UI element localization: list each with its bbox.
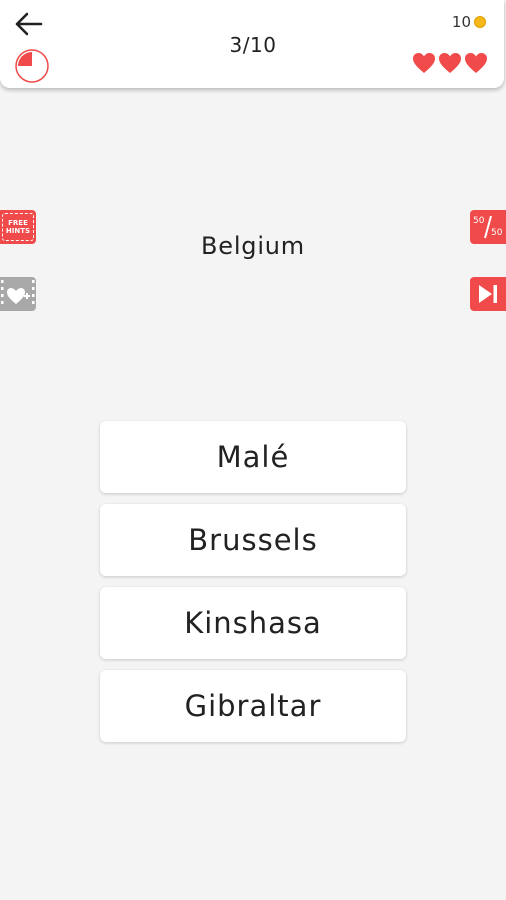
lives-indicator	[412, 52, 488, 74]
answer-option-1[interactable]: Malé	[100, 421, 406, 493]
video-heart-icon	[1, 280, 35, 304]
top-bar: 3/10 10	[0, 0, 504, 88]
coin-counter: 10	[452, 13, 486, 31]
answer-option-3[interactable]: Kinshasa	[100, 587, 406, 659]
skip-icon	[479, 285, 497, 303]
video-life-button[interactable]	[0, 277, 36, 311]
heart-icon	[413, 53, 435, 73]
question-country: Belgium	[201, 232, 305, 260]
coin-icon	[474, 16, 486, 28]
heart-icon	[439, 53, 461, 73]
answer-option-2[interactable]: Brussels	[100, 504, 406, 576]
skip-button[interactable]	[470, 277, 506, 311]
answer-option-4[interactable]: Gibraltar	[100, 670, 406, 742]
coin-count: 10	[451, 13, 471, 31]
free-hints-label-line1: FREE	[8, 219, 28, 227]
heart-icon	[465, 53, 487, 73]
